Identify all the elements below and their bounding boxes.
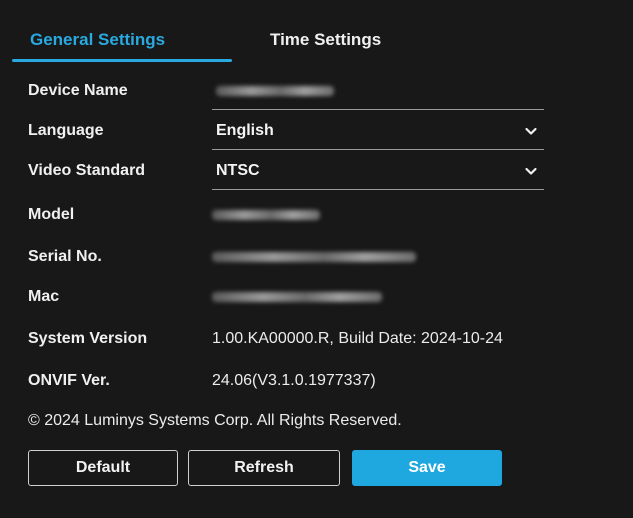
device-name-blurred-value xyxy=(216,86,334,96)
settings-panel: General Settings Time Settings Device Na… xyxy=(0,0,633,518)
onvif-ver-value: 24.06(V3.1.0.1977337) xyxy=(212,372,376,389)
language-row: Language English xyxy=(28,116,618,150)
model-blurred-value xyxy=(212,210,320,220)
system-version-row: System Version 1.00.KA00000.R, Build Dat… xyxy=(28,324,618,358)
refresh-button[interactable]: Refresh xyxy=(188,450,340,486)
device-name-row: Device Name xyxy=(28,76,618,110)
copyright-notice: © 2024 Luminys Systems Corp. All Rights … xyxy=(28,412,402,429)
video-standard-label: Video Standard xyxy=(28,162,146,179)
mac-row: Mac xyxy=(28,282,618,316)
settings-tabs: General Settings Time Settings xyxy=(12,12,621,62)
video-standard-selected-value: NTSC xyxy=(216,162,260,179)
language-select[interactable]: English xyxy=(212,116,544,150)
default-button[interactable]: Default xyxy=(28,450,178,486)
video-standard-select[interactable]: NTSC xyxy=(212,156,544,190)
tab-general-settings[interactable]: General Settings xyxy=(30,20,165,60)
tab-time-settings[interactable]: Time Settings xyxy=(270,20,381,60)
system-version-label: System Version xyxy=(28,330,148,347)
device-name-label: Device Name xyxy=(28,82,128,99)
save-button[interactable]: Save xyxy=(352,450,502,486)
language-label: Language xyxy=(28,122,104,139)
system-version-value: 1.00.KA00000.R, Build Date: 2024-10-24 xyxy=(212,330,503,347)
serial-no-blurred-value xyxy=(212,252,416,262)
model-label: Model xyxy=(28,206,75,223)
chevron-down-icon xyxy=(525,127,537,135)
active-tab-indicator xyxy=(12,59,232,62)
serial-no-label: Serial No. xyxy=(28,248,102,265)
serial-no-row: Serial No. xyxy=(28,242,618,276)
model-row: Model xyxy=(28,200,618,234)
video-standard-row: Video Standard NTSC xyxy=(28,156,618,190)
onvif-ver-label: ONVIF Ver. xyxy=(28,372,110,389)
device-name-input[interactable] xyxy=(212,76,544,110)
mac-label: Mac xyxy=(28,288,60,305)
mac-blurred-value xyxy=(212,292,382,302)
chevron-down-icon xyxy=(525,167,537,175)
onvif-ver-row: ONVIF Ver. 24.06(V3.1.0.1977337) xyxy=(28,366,618,400)
language-selected-value: English xyxy=(216,122,274,139)
